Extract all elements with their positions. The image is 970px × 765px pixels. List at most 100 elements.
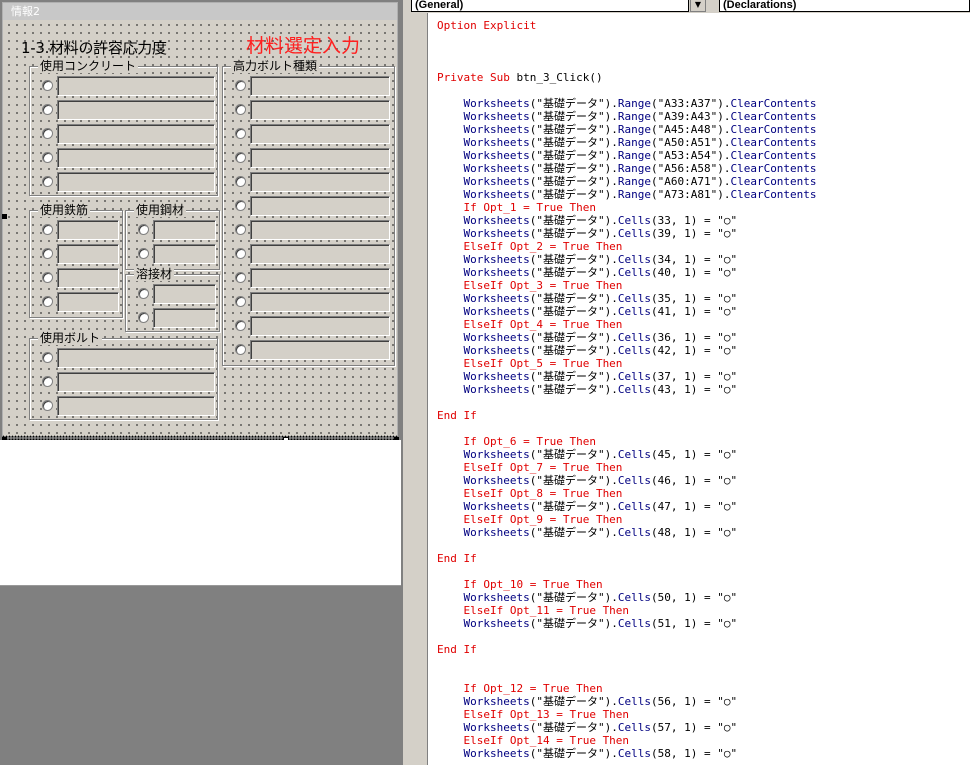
option-radio[interactable] <box>235 176 246 187</box>
code-line[interactable]: Worksheets("基礎データ").Range("A56:A58").Cle… <box>437 162 816 175</box>
option-radio[interactable] <box>138 288 149 299</box>
code-line[interactable]: Worksheets("基礎データ").Cells(39, 1) = "○" <box>437 227 817 240</box>
code-line[interactable]: Private Sub btn_3_Click() <box>437 71 817 84</box>
code-line[interactable] <box>437 630 817 643</box>
code-line[interactable] <box>437 58 817 71</box>
code-line[interactable]: Worksheets("基礎データ").Cells(43, 1) = "○" <box>437 383 817 396</box>
code-line[interactable] <box>437 32 817 45</box>
option-textbox[interactable] <box>250 100 390 120</box>
code-line[interactable]: If Opt_12 = True Then <box>437 682 817 695</box>
code-line[interactable]: ElseIf Opt_5 = True Then <box>437 357 817 370</box>
option-textbox[interactable] <box>57 372 215 392</box>
option-radio[interactable] <box>138 248 149 259</box>
code-line[interactable] <box>437 656 817 669</box>
option-radio[interactable] <box>42 272 53 283</box>
code-line[interactable] <box>437 669 817 682</box>
option-textbox[interactable] <box>153 244 216 264</box>
code-line[interactable]: Worksheets("基礎データ").Range("A73:A81").Cle… <box>437 188 816 201</box>
option-textbox[interactable] <box>153 284 216 304</box>
option-textbox[interactable] <box>250 124 390 144</box>
object-combo-dropdown-icon[interactable]: ▼ <box>690 0 706 12</box>
form-red-title-label[interactable]: 材料選定入力 <box>246 31 360 58</box>
option-textbox[interactable] <box>250 244 390 264</box>
option-textbox[interactable] <box>57 348 215 368</box>
code-line[interactable]: ElseIf Opt_4 = True Then <box>437 318 817 331</box>
code-line[interactable]: ElseIf Opt_8 = True Then <box>437 487 817 500</box>
option-radio[interactable] <box>42 152 53 163</box>
option-textbox[interactable] <box>57 396 215 416</box>
code-line[interactable]: Worksheets("基礎データ").Cells(45, 1) = "○" <box>437 448 817 461</box>
option-radio[interactable] <box>235 128 246 139</box>
frame-high-strength-bolt[interactable]: 高力ボルト種類 <box>222 59 395 366</box>
code-line[interactable]: Worksheets("基礎データ").Cells(40, 1) = "○" <box>437 266 817 279</box>
option-radio[interactable] <box>42 296 53 307</box>
code-line[interactable]: Worksheets("基礎データ").Cells(41, 1) = "○" <box>437 305 817 318</box>
option-textbox[interactable] <box>250 268 390 288</box>
option-radio[interactable] <box>235 296 246 307</box>
code-line[interactable]: ElseIf Opt_3 = True Then <box>437 279 817 292</box>
code-line[interactable]: Worksheets("基礎データ").Cells(37, 1) = "○" <box>437 370 817 383</box>
option-radio[interactable] <box>42 400 53 411</box>
code-line[interactable]: ElseIf Opt_7 = True Then <box>437 461 817 474</box>
option-textbox[interactable] <box>250 196 390 216</box>
code-line[interactable]: Worksheets("基礎データ").Cells(57, 1) = "○" <box>437 721 817 734</box>
code-line[interactable] <box>437 84 817 97</box>
frame-rebar[interactable]: 使用鉄筋 <box>29 203 123 318</box>
frame-weld[interactable]: 溶接材 <box>125 267 220 332</box>
frame-bolt[interactable]: 使用ボルト <box>29 331 218 420</box>
code-line[interactable]: Option Explicit <box>437 19 817 32</box>
code-line[interactable]: End If <box>437 643 817 656</box>
option-textbox[interactable] <box>57 244 119 264</box>
option-radio[interactable] <box>42 248 53 259</box>
code-line[interactable] <box>437 422 817 435</box>
code-margin-indicator-bar[interactable] <box>403 13 428 765</box>
code-line[interactable]: ElseIf Opt_9 = True Then <box>437 513 817 526</box>
code-line[interactable]: Worksheets("基礎データ").Cells(46, 1) = "○" <box>437 474 817 487</box>
code-line[interactable]: Worksheets("基礎データ").Range("A45:A48").Cle… <box>437 123 816 136</box>
option-textbox[interactable] <box>57 220 119 240</box>
code-line[interactable]: Worksheets("基礎データ").Range("A60:A71").Cle… <box>437 175 816 188</box>
option-radio[interactable] <box>42 376 53 387</box>
option-textbox[interactable] <box>57 148 215 168</box>
code-line[interactable]: Worksheets("基礎データ").Cells(50, 1) = "○" <box>437 591 817 604</box>
option-textbox[interactable] <box>250 292 390 312</box>
option-radio[interactable] <box>235 224 246 235</box>
option-textbox[interactable] <box>250 340 390 360</box>
code-line[interactable]: Worksheets("基礎データ").Range("A39:A43").Cle… <box>437 110 816 123</box>
option-textbox[interactable] <box>57 76 215 96</box>
option-radio[interactable] <box>235 320 246 331</box>
code-line[interactable] <box>437 396 817 409</box>
option-radio[interactable] <box>235 344 246 355</box>
option-textbox[interactable] <box>57 172 215 192</box>
option-textbox[interactable] <box>57 100 215 120</box>
option-radio[interactable] <box>42 224 53 235</box>
code-line[interactable]: End If <box>437 409 817 422</box>
code-line[interactable]: Worksheets("基礎データ").Cells(47, 1) = "○" <box>437 500 817 513</box>
option-textbox[interactable] <box>250 148 390 168</box>
option-textbox[interactable] <box>153 308 216 328</box>
option-radio[interactable] <box>138 224 149 235</box>
option-textbox[interactable] <box>250 220 390 240</box>
option-radio[interactable] <box>235 80 246 91</box>
code-line[interactable]: Worksheets("基礎データ").Cells(51, 1) = "○" <box>437 617 817 630</box>
option-radio[interactable] <box>42 80 53 91</box>
code-line[interactable]: Worksheets("基礎データ").Cells(36, 1) = "○" <box>437 331 817 344</box>
code-line[interactable]: Worksheets("基礎データ").Cells(35, 1) = "○" <box>437 292 817 305</box>
code-line[interactable]: Worksheets("基礎データ").Cells(56, 1) = "○" <box>437 695 817 708</box>
option-radio[interactable] <box>235 248 246 259</box>
code-line[interactable] <box>437 565 817 578</box>
code-line[interactable]: Worksheets("基礎データ").Cells(48, 1) = "○" <box>437 526 817 539</box>
option-radio[interactable] <box>235 104 246 115</box>
option-textbox[interactable] <box>57 124 215 144</box>
option-textbox[interactable] <box>250 76 390 96</box>
option-radio[interactable] <box>42 352 53 363</box>
code-window[interactable]: (General) ▼ (Declarations) Option Explic… <box>403 0 970 765</box>
code-line[interactable]: If Opt_10 = True Then <box>437 578 817 591</box>
frame-steel[interactable]: 使用鋼材 <box>125 203 220 270</box>
code-line[interactable]: End If <box>437 552 817 565</box>
procedure-combo[interactable]: (Declarations) <box>719 0 970 12</box>
frame-concrete[interactable]: 使用コンクリート <box>29 59 218 196</box>
option-radio[interactable] <box>42 176 53 187</box>
code-line[interactable]: If Opt_6 = True Then <box>437 435 817 448</box>
option-radio[interactable] <box>42 104 53 115</box>
